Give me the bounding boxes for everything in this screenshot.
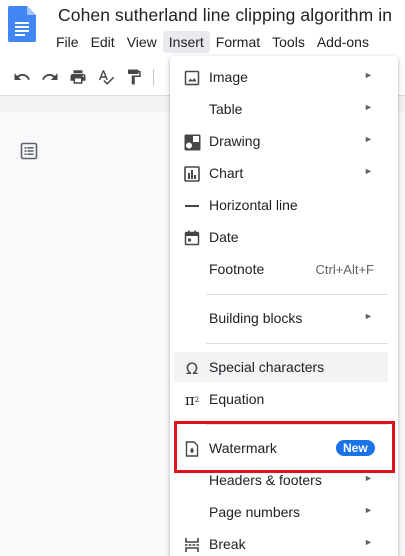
menu-divider [206,294,388,295]
menu-item-image[interactable]: Image ► [170,62,398,92]
menu-item-table[interactable]: Table ► [170,94,398,124]
menu-item-page-numbers[interactable]: Page numbers ► [170,497,398,527]
menu-bar: File Edit View Insert Format Tools Add-o… [50,30,375,54]
watermark-highlight-box [174,421,395,473]
submenu-arrow-icon: ► [364,311,373,321]
chart-icon [183,165,201,183]
menu-item-label: Horizontal line [209,197,298,213]
menu-file[interactable]: File [50,31,85,53]
menu-item-label: Break [209,536,246,552]
menu-view[interactable]: View [121,31,163,53]
google-docs-icon[interactable] [8,6,36,42]
menu-item-label: Table [209,101,243,117]
menu-item-date[interactable]: Date [170,222,398,252]
submenu-arrow-icon: ► [364,473,373,483]
menu-insert[interactable]: Insert [162,31,210,53]
document-title[interactable]: Cohen sutherland line clipping algorithm… [58,5,392,26]
menu-addons[interactable]: Add-ons [311,31,375,53]
menu-item-label: Image [209,69,248,85]
spellcheck-icon[interactable] [96,67,116,87]
submenu-arrow-icon: ► [364,166,373,176]
insert-menu: Image ► Table ► Drawing ► Chart ► Horizo… [170,56,398,556]
break-icon [183,536,201,554]
toolbar-divider [153,69,154,86]
print-icon[interactable] [68,67,88,87]
menu-item-equation[interactable]: π2 Equation [170,384,398,414]
menu-item-label: Chart [209,165,244,181]
menu-item-building-blocks[interactable]: Building blocks ► [170,303,398,333]
horizontal-line-icon [183,197,201,215]
menu-item-label: Headers & footers [209,472,322,488]
calendar-icon [183,229,201,247]
menu-edit[interactable]: Edit [85,31,121,53]
pi-icon: π2 [184,391,200,409]
submenu-arrow-icon: ► [364,70,373,80]
menu-item-label: Building blocks [209,310,303,326]
menu-item-special-characters[interactable]: Ω Special characters [174,352,388,382]
menu-item-drawing[interactable]: Drawing ► [170,126,398,156]
undo-icon[interactable] [12,67,32,87]
image-icon [183,69,201,87]
menu-item-label: Equation [209,391,265,407]
menu-item-label: Footnote [209,261,265,277]
menu-item-label: Date [209,229,239,245]
menu-tools[interactable]: Tools [266,31,311,53]
document-outline-icon[interactable] [20,142,38,160]
menu-item-label: Special characters [209,359,325,375]
menu-divider [206,343,388,344]
menu-item-horizontal-line[interactable]: Horizontal line [170,190,398,220]
menu-format[interactable]: Format [210,31,266,53]
drawing-icon [183,133,201,151]
menu-item-label: Page numbers [209,504,301,520]
submenu-arrow-icon: ► [364,505,373,515]
keyboard-shortcut: Ctrl+Alt+F [315,262,374,277]
submenu-arrow-icon: ► [364,537,373,547]
menu-item-footnote[interactable]: Footnote Ctrl+Alt+F [170,254,398,284]
paint-format-icon[interactable] [124,67,144,87]
submenu-arrow-icon: ► [364,102,373,112]
menu-item-break[interactable]: Break ► [170,529,398,556]
submenu-arrow-icon: ► [364,134,373,144]
omega-icon: Ω [185,358,199,378]
menu-item-label: Drawing [209,133,261,149]
redo-icon[interactable] [40,67,60,87]
menu-item-chart[interactable]: Chart ► [170,158,398,188]
